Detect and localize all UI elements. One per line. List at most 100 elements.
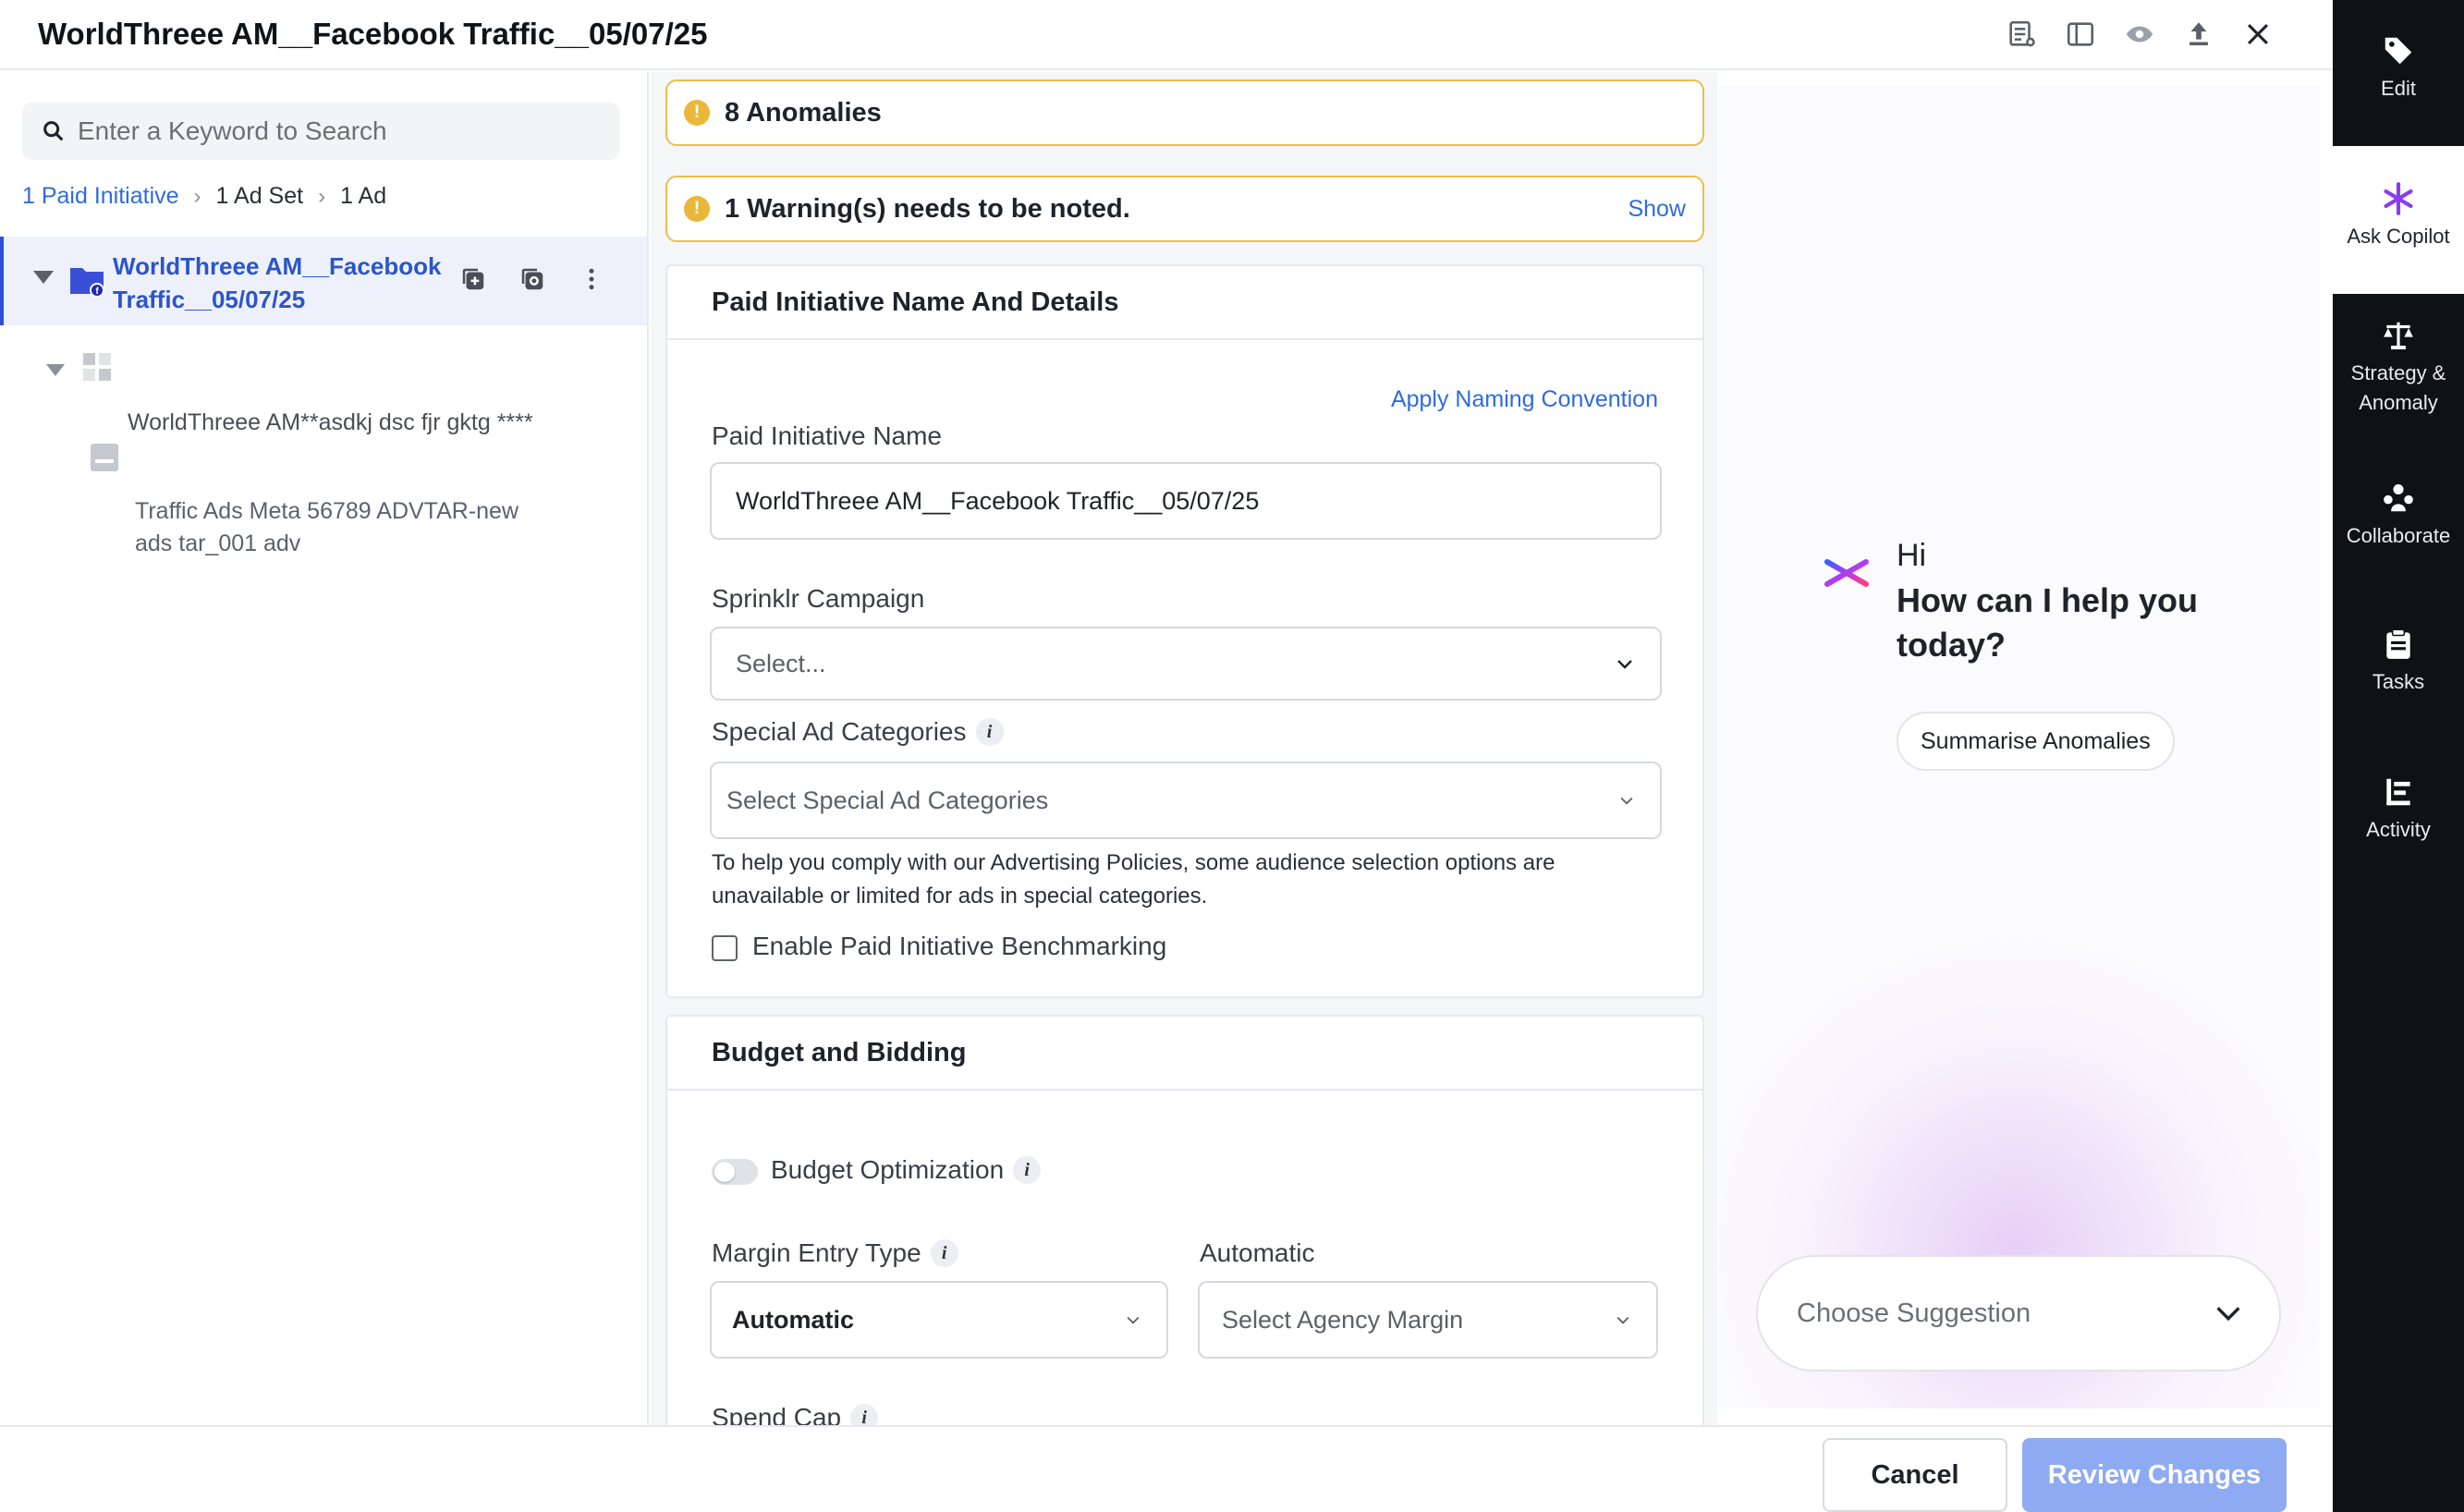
sparkle-icon [2384, 182, 2413, 215]
budget-optimization-toggle[interactable] [712, 1159, 758, 1185]
folder-facebook-icon: f [70, 268, 104, 298]
search-box [22, 103, 619, 160]
margin-entry-type-value: Automatic [732, 1305, 855, 1334]
special-ad-categories-label: Special Ad Categories i [712, 717, 1004, 747]
choose-suggestion-select[interactable]: Choose Suggestion [1756, 1255, 2281, 1372]
info-icon[interactable]: i [1013, 1156, 1042, 1184]
sprinklr-campaign-select[interactable]: Select... [710, 627, 1662, 701]
anomalies-banner[interactable]: ! 8 Anomalies [665, 79, 1704, 146]
rail-item-activity[interactable]: Activity [2333, 774, 2464, 845]
rail-item-strategy-anomaly[interactable]: Strategy & Anomaly [2333, 318, 2464, 418]
chevron-down-icon [1616, 1316, 1629, 1324]
sparkle-icon [1824, 548, 1869, 598]
review-changes-button[interactable]: Review Changes [2022, 1438, 2287, 1512]
paid-initiative-name-input[interactable]: WorldThreee AM__Facebook Traffic__05/07/… [710, 462, 1662, 540]
chevron-down-icon [1620, 797, 1633, 805]
footer-bar: Cancel Review Changes [0, 1425, 2333, 1512]
search-input[interactable] [78, 116, 614, 146]
close-icon[interactable] [2238, 15, 2277, 54]
rail-item-tasks[interactable]: Tasks [2333, 627, 2464, 697]
ad-set-icon [83, 353, 111, 381]
warning-banner: ! 1 Warning(s) needs to be noted. Show [665, 176, 1704, 242]
form-panel: ! 8 Anomalies ! 1 Warning(s) needs to be… [651, 72, 1717, 1425]
right-rail: Edit Ask Copilot Strategy & Anomaly Coll… [2333, 0, 2464, 1512]
show-warnings-link[interactable]: Show [1628, 196, 1686, 223]
chevron-right-icon: › [193, 183, 201, 209]
info-icon[interactable]: i [975, 718, 1004, 746]
apply-naming-convention-link[interactable]: Apply Naming Convention [1391, 386, 1658, 413]
clipboard-icon [2386, 628, 2410, 659]
margin-entry-type-select[interactable]: Automatic [710, 1281, 1168, 1359]
copilot-greeting: Hi [1897, 538, 1927, 573]
warning-text: 1 Warning(s) needs to be noted. [725, 193, 1130, 224]
warning-icon: ! [684, 100, 710, 126]
panel-layout-icon[interactable] [2061, 15, 2100, 54]
search-icon [43, 121, 64, 141]
info-icon[interactable]: i [930, 1239, 958, 1267]
cancel-button[interactable]: Cancel [1823, 1438, 2007, 1512]
breadcrumb: 1 Paid Initiative › 1 Ad Set › 1 Ad [22, 183, 386, 210]
budget-optimization-label: Budget Optimization i [771, 1155, 1042, 1185]
margin-entry-type-text: Margin Entry Type [712, 1238, 921, 1267]
rail-item-collaborate[interactable]: Collaborate [2333, 481, 2464, 551]
activity-icon [2386, 778, 2410, 806]
automatic-label: Automatic [1200, 1238, 1315, 1267]
copilot-question: How can I help you today? [1897, 581, 2199, 664]
structure-panel: 1 Paid Initiative › 1 Ad Set › 1 Ad f Wo… [0, 72, 649, 1425]
rail-item-edit[interactable]: Edit [2333, 33, 2464, 104]
rail-item-ask-copilot[interactable]: Ask Copilot [2333, 146, 2464, 294]
section-title: Paid Initiative Name And Details [667, 266, 1702, 340]
tree-item-initiative[interactable]: f WorldThreee AM__Facebook Traffic__05/0… [0, 237, 647, 325]
duplicate-icon[interactable] [514, 261, 551, 298]
spend-cap-text: Spend Cap [712, 1403, 842, 1425]
tree-item-initiative-label[interactable]: WorldThreee AM__Facebook Traffic__05/07/… [113, 250, 445, 316]
warning-icon: ! [684, 196, 710, 222]
chevron-down-icon [1617, 660, 1632, 669]
special-ad-categories-text: Special Ad Categories [712, 717, 967, 746]
chevron-right-icon: › [318, 183, 326, 209]
eye-icon[interactable] [2120, 15, 2159, 54]
chevron-down-icon [1127, 1316, 1140, 1324]
breadcrumb-ad-set[interactable]: 1 Ad Set [216, 183, 304, 210]
tag-icon [2385, 37, 2412, 65]
breadcrumb-paid-initiative[interactable]: 1 Paid Initiative [22, 183, 179, 210]
sprinklr-campaign-value: Select... [736, 649, 826, 677]
benchmarking-checkbox[interactable] [712, 935, 738, 961]
rail-item-label: Edit [2381, 77, 2416, 100]
spend-cap-label: Spend Cap i [712, 1403, 879, 1425]
anomalies-text: 8 Anomalies [725, 97, 882, 128]
caret-down-icon[interactable] [46, 364, 65, 376]
rail-item-label: Collaborate [2346, 524, 2451, 547]
agency-margin-select[interactable]: Select Agency Margin [1198, 1281, 1658, 1359]
rail-item-label: Strategy & Anomaly [2350, 361, 2446, 414]
margin-entry-type-label: Margin Entry Type i [712, 1238, 958, 1268]
special-ad-categories-select[interactable]: Select Special Ad Categories [710, 762, 1662, 839]
modal-header: WorldThreee AM__Facebook Traffic__05/07/… [0, 0, 2333, 70]
summarise-anomalies-chip[interactable]: Summarise Anomalies [1897, 712, 2175, 771]
caret-down-icon[interactable] [33, 271, 54, 284]
section-title: Budget and Bidding [667, 1017, 1702, 1091]
agency-margin-value: Select Agency Margin [1222, 1305, 1464, 1334]
breadcrumb-ad[interactable]: 1 Ad [340, 183, 386, 210]
list-settings-icon[interactable] [2002, 15, 2041, 54]
more-options-icon[interactable] [573, 261, 610, 298]
info-icon[interactable]: i [850, 1404, 879, 1425]
ad-icon [91, 444, 118, 471]
upload-icon[interactable] [2179, 15, 2218, 54]
special-ad-categories-value: Select Special Ad Categories [726, 786, 1049, 814]
benchmarking-label[interactable]: Enable Paid Initiative Benchmarking [752, 932, 1166, 961]
sprinklr-campaign-label: Sprinklr Campaign [712, 584, 925, 613]
rail-item-label: Ask Copilot [2347, 225, 2450, 248]
budget-bidding-card: Budget and Bidding Budget Optimization i… [665, 1015, 1704, 1425]
header-toolbar [2002, 15, 2277, 54]
chevron-down-icon [2216, 1307, 2240, 1322]
add-copy-icon[interactable] [455, 261, 492, 298]
paid-initiative-details-card: Paid Initiative Name And Details Apply N… [665, 264, 1704, 998]
tree-item-ad-set[interactable]: WorldThreee AM**asdkj dsc fjr gktg **** [128, 407, 534, 438]
rail-item-label: Tasks [2372, 670, 2425, 693]
rail-item-label: Activity [2366, 818, 2431, 841]
tree-item-ad[interactable]: Traffic Ads Meta 56789 ADVTAR-new ads ta… [135, 495, 542, 560]
paid-initiative-name-label: Paid Initiative Name [712, 421, 943, 450]
scale-icon [2384, 322, 2413, 350]
tree-row-actions [455, 261, 610, 298]
